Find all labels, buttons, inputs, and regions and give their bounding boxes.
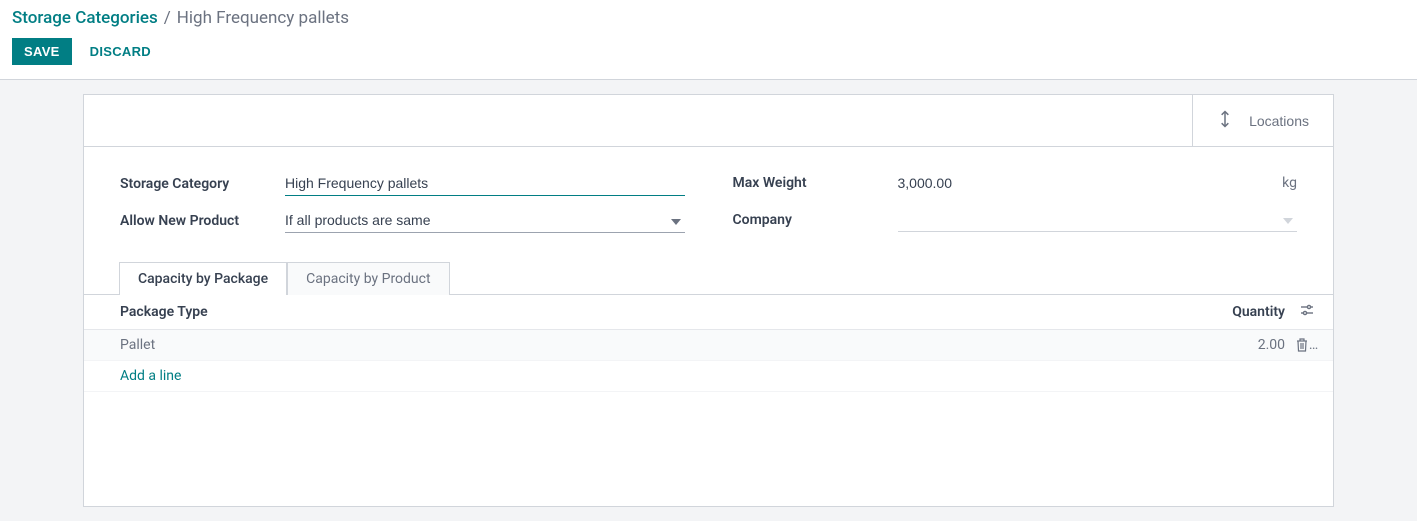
locations-label: Locations	[1249, 113, 1309, 129]
package-type-cell[interactable]: Pallet	[84, 330, 1193, 361]
storage-category-label: Storage Category	[120, 176, 285, 192]
locations-stat-button[interactable]: Locations	[1192, 95, 1333, 146]
row-more: …	[1309, 337, 1318, 353]
capacity-table: Package Type Quantity	[84, 295, 1333, 392]
form-sheet: Locations Storage Category Allow New Pro…	[83, 94, 1334, 507]
storage-category-input[interactable]	[285, 171, 685, 196]
allow-new-product-select[interactable]	[285, 208, 685, 233]
quantity-cell[interactable]: 2.00	[1193, 330, 1293, 361]
allow-new-product-label: Allow New Product	[120, 213, 285, 229]
table-row[interactable]: Pallet 2.00	[84, 330, 1333, 361]
quantity-header: Quantity	[1193, 295, 1293, 330]
tab-capacity-by-package[interactable]: Capacity by Package	[119, 262, 287, 295]
vertical-arrows-icon	[1217, 109, 1233, 132]
breadcrumb-current: High Frequency pallets	[177, 8, 349, 28]
breadcrumb: Storage Categories / High Frequency pall…	[12, 8, 1405, 28]
add-line-row: Add a line	[84, 361, 1333, 392]
tab-capacity-by-product[interactable]: Capacity by Product	[287, 262, 449, 295]
max-weight-unit: kg	[1282, 175, 1297, 191]
discard-button[interactable]: DISCARD	[78, 38, 163, 65]
breadcrumb-separator: /	[164, 8, 171, 28]
add-line-link[interactable]: Add a line	[120, 368, 181, 384]
save-button[interactable]: SAVE	[12, 38, 72, 65]
max-weight-input[interactable]	[898, 171, 1275, 195]
breadcrumb-parent-link[interactable]: Storage Categories	[12, 8, 158, 28]
settings-icon	[1300, 303, 1314, 317]
company-label: Company	[733, 212, 898, 228]
package-type-header: Package Type	[84, 295, 1193, 330]
max-weight-label: Max Weight	[733, 175, 898, 191]
options-header[interactable]	[1293, 295, 1333, 330]
company-select[interactable]	[898, 207, 1298, 232]
trash-icon[interactable]	[1296, 338, 1308, 352]
